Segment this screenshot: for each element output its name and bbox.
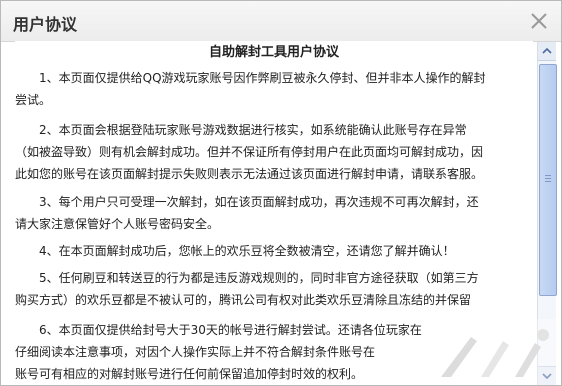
paragraph-1: 1、本页面仅提供给QQ游戏玩家账号因作弊刷豆被永久停封、但并非本人操作的解封 尝… (15, 67, 515, 111)
thumb-grip-line (545, 181, 551, 182)
scroll-up-button[interactable] (538, 42, 556, 61)
paragraph-line: 5、任何刷豆和转送豆的行为都是违反游戏规则的，同时非官方途径获取（如第三方 (39, 271, 479, 285)
thumb-grip-line (545, 178, 551, 179)
dialog-titlebar: 用户协议 (1, 1, 561, 42)
user-agreement-dialog: 用户协议 自助解封工具用户协议 1、本页面仅提供给QQ游戏玩家账号因作弊刷豆被永… (0, 0, 562, 386)
thumb-grip-line (545, 175, 551, 176)
paragraph-line: 尝试。 (15, 93, 52, 107)
paragraph-2: 2、本页面会根据登陆玩家账号游戏数据进行核实，如系统能确认此账号存在异常 （如被… (15, 119, 515, 185)
chevron-up-icon (542, 47, 552, 54)
paragraph-4: 4、在本页面解封成功后，您帐上的欢乐豆将全数被清空，还请您了解并确认！ (15, 240, 515, 262)
paragraph-line: 2、本页面会根据登陆玩家账号游戏数据进行核实，如系统能确认此账号存在异常 (39, 123, 467, 137)
paragraph-3: 3、每个用户只可受理一次解封，如在该页面解封成功，再次违规不可再次解封，还 请大… (15, 191, 515, 235)
dialog-title: 用户协议 (13, 15, 78, 34)
paragraph-line: 1、本页面仅提供给QQ游戏玩家账号因作弊刷豆被永久停封、但并非本人操作的解封 (39, 71, 486, 85)
close-icon (531, 13, 547, 29)
paragraph-line: 此如您的账号在该页面解封提示失败则表示无法通过该页面进行解封申请，请联系客服。 (15, 167, 484, 181)
paragraph-line: （如被盗导致）则有机会解封成功。但并不保证所有停封用户在此页面均可解封成功，因 (15, 145, 484, 159)
paragraph-line: 请大家注意保管好个人账号密码安全。 (15, 217, 220, 231)
document-title: 自助解封工具用户协议 (208, 45, 339, 60)
paragraph-5: 5、任何刷豆和转送豆的行为都是违反游戏规则的，同时非官方途径获取（如第三方 购买… (15, 267, 515, 311)
paragraph-line: 购买方式）的欢乐豆都是不被认可的，腾讯公司有权对此类欢乐豆清除且冻结的并保留 (15, 293, 472, 307)
close-button[interactable] (529, 11, 549, 31)
scroll-thumb[interactable] (539, 64, 557, 296)
paragraph-line: 3、每个用户只可受理一次解封，如在该页面解封成功，再次违规不可再次解封，还 (39, 195, 479, 209)
watermark-logo (431, 319, 559, 385)
paragraph-line: 4、在本页面解封成功后，您帐上的欢乐豆将全数被清空，还请您了解并确认！ (39, 244, 455, 258)
